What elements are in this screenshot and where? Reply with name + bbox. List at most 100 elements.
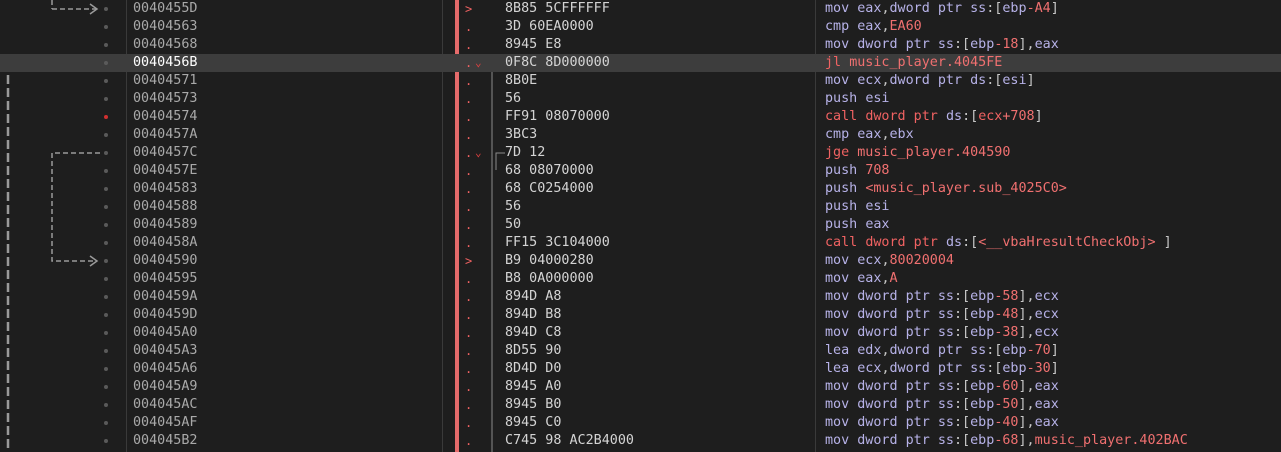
- instruction-disassembly[interactable]: push eax: [825, 216, 890, 234]
- instruction-row[interactable]: 004045A3. 8D55 90 lea edx,dword ptr ss:[eb…: [0, 342, 1281, 360]
- breakpoint-slot-icon[interactable]: [104, 241, 108, 245]
- instruction-disassembly[interactable]: push 708: [825, 162, 890, 180]
- instruction-address[interactable]: 004045A9: [133, 378, 198, 396]
- instruction-disassembly[interactable]: push esi: [825, 90, 890, 108]
- instruction-disassembly[interactable]: push esi: [825, 198, 890, 216]
- instruction-row[interactable]: 0040455D >8B85 5CFFFFFF mov eax,dword ptr …: [0, 0, 1281, 18]
- instruction-row[interactable]: 0040458A. FF15 3C104000 call dword ptr ds:…: [0, 234, 1281, 252]
- instruction-address[interactable]: 0040459A: [133, 288, 198, 306]
- instruction-address[interactable]: 0040457E: [133, 162, 198, 180]
- instruction-row[interactable]: 00404573. 56 push esi: [0, 90, 1281, 108]
- breakpoint-slot-icon[interactable]: [104, 7, 108, 11]
- instruction-row[interactable]: 004045AF. 8945 C0 mov dword ptr ss:[ebp-40…: [0, 414, 1281, 432]
- breakpoint-slot-icon[interactable]: [104, 205, 108, 209]
- instruction-disassembly[interactable]: mov ecx,80020004: [825, 252, 954, 270]
- disassembly-view[interactable]: 0040455D >8B85 5CFFFFFF mov eax,dword ptr …: [0, 0, 1281, 452]
- breakpoint-slot-icon[interactable]: [104, 169, 108, 173]
- instruction-row[interactable]: 00404568. 8945 E8 mov dword ptr ss:[ebp-18…: [0, 36, 1281, 54]
- breakpoint-icon[interactable]: [104, 115, 108, 119]
- instruction-disassembly[interactable]: lea edx,dword ptr ss:[ebp-70]: [825, 342, 1059, 360]
- instruction-address[interactable]: 00404583: [133, 180, 198, 198]
- instruction-disassembly[interactable]: lea ecx,dword ptr ss:[ebp-30]: [825, 360, 1059, 378]
- instruction-row[interactable]: 0040459D. 894D B8 mov dword ptr ss:[ebp-48…: [0, 306, 1281, 324]
- instruction-disassembly[interactable]: mov eax,A: [825, 270, 898, 288]
- instruction-disassembly[interactable]: mov dword ptr ss:[ebp-68],music_player.4…: [825, 432, 1188, 450]
- instruction-address[interactable]: 00404574: [133, 108, 198, 126]
- instruction-address[interactable]: 00404571: [133, 72, 198, 90]
- instruction-disassembly[interactable]: cmp eax,ebx: [825, 126, 914, 144]
- instruction-disassembly[interactable]: mov dword ptr ss:[ebp-58],ecx: [825, 288, 1059, 306]
- instruction-address[interactable]: 004045AC: [133, 396, 198, 414]
- instruction-row[interactable]: 00404589. 50 push eax: [0, 216, 1281, 234]
- instruction-row[interactable]: 00404563. 3D 60EA0000 cmp eax,EA60: [0, 18, 1281, 36]
- breakpoint-slot-icon[interactable]: [104, 79, 108, 83]
- instruction-address[interactable]: 0040455D: [133, 0, 198, 18]
- instruction-address[interactable]: 004045A6: [133, 360, 198, 378]
- breakpoint-slot-icon[interactable]: [104, 61, 108, 65]
- breakpoint-slot-icon[interactable]: [104, 295, 108, 299]
- breakpoint-slot-icon[interactable]: [104, 385, 108, 389]
- instruction-address[interactable]: 0040459D: [133, 306, 198, 324]
- breakpoint-slot-icon[interactable]: [104, 133, 108, 137]
- instruction-row[interactable]: 0040459A. 894D A8 mov dword ptr ss:[ebp-58…: [0, 288, 1281, 306]
- breakpoint-slot-icon[interactable]: [104, 151, 108, 155]
- instruction-disassembly[interactable]: mov dword ptr ss:[ebp-48],ecx: [825, 306, 1059, 324]
- instruction-disassembly[interactable]: call dword ptr ds:[ecx+708]: [825, 108, 1043, 126]
- breakpoint-slot-icon[interactable]: [104, 367, 108, 371]
- instruction-row[interactable]: 00404588. 56 push esi: [0, 198, 1281, 216]
- breakpoint-slot-icon[interactable]: [104, 313, 108, 317]
- instruction-row[interactable]: 004045A6. 8D4D D0 lea ecx,dword ptr ss:[eb…: [0, 360, 1281, 378]
- instruction-address[interactable]: 004045AF: [133, 414, 198, 432]
- instruction-row[interactable]: 0040456B. ⌄ 0F8C 8D000000 jl music_player.4…: [0, 54, 1281, 72]
- breakpoint-slot-icon[interactable]: [104, 187, 108, 191]
- breakpoint-slot-icon[interactable]: [104, 259, 108, 263]
- breakpoint-slot-icon[interactable]: [104, 25, 108, 29]
- instruction-address[interactable]: 004045A3: [133, 342, 198, 360]
- instruction-row[interactable]: 00404574. FF91 08070000 call dword ptr ds:…: [0, 108, 1281, 126]
- instruction-row[interactable]: 004045AC. 8945 B0 mov dword ptr ss:[ebp-50…: [0, 396, 1281, 414]
- breakpoint-slot-icon[interactable]: [104, 439, 108, 443]
- instruction-address[interactable]: 00404590: [133, 252, 198, 270]
- breakpoint-slot-icon[interactable]: [104, 403, 108, 407]
- breakpoint-slot-icon[interactable]: [104, 421, 108, 425]
- instruction-row[interactable]: 00404590 > B9 04000280 mov ecx,80020004: [0, 252, 1281, 270]
- instruction-address[interactable]: 00404573: [133, 90, 198, 108]
- instruction-disassembly[interactable]: mov ecx,dword ptr ds:[esi]: [825, 72, 1035, 90]
- instruction-address[interactable]: 00404595: [133, 270, 198, 288]
- instruction-address[interactable]: 004045A0: [133, 324, 198, 342]
- instruction-address[interactable]: 00404568: [133, 36, 198, 54]
- instruction-address[interactable]: 00404589: [133, 216, 198, 234]
- instruction-disassembly[interactable]: mov dword ptr ss:[ebp-60],eax: [825, 378, 1059, 396]
- instruction-row[interactable]: 0040457A. 3BC3 cmp eax,ebx: [0, 126, 1281, 144]
- instruction-address[interactable]: 0040457C: [133, 144, 198, 162]
- instruction-address[interactable]: 0040458A: [133, 234, 198, 252]
- breakpoint-slot-icon[interactable]: [104, 277, 108, 281]
- instruction-address[interactable]: 004045B2: [133, 432, 198, 450]
- instruction-disassembly[interactable]: push <music_player.sub_4025C0>: [825, 180, 1067, 198]
- instruction-address[interactable]: 0040457A: [133, 126, 198, 144]
- instruction-disassembly[interactable]: cmp eax,EA60: [825, 18, 922, 36]
- instruction-row[interactable]: 0040457E. 68 08070000 push 708: [0, 162, 1281, 180]
- instruction-disassembly[interactable]: mov dword ptr ss:[ebp-38],ecx: [825, 324, 1059, 342]
- instruction-row[interactable]: 00404595. B8 0A000000 mov eax,A: [0, 270, 1281, 288]
- instruction-disassembly[interactable]: jge music_player.404590: [825, 144, 1010, 162]
- breakpoint-slot-icon[interactable]: [104, 97, 108, 101]
- instruction-row[interactable]: 004045A9. 8945 A0 mov dword ptr ss:[ebp-60…: [0, 378, 1281, 396]
- breakpoint-slot-icon[interactable]: [104, 331, 108, 335]
- breakpoint-slot-icon[interactable]: [104, 349, 108, 353]
- instruction-row[interactable]: 0040457C. ⌄ 7D 12 jge music_player.404590: [0, 144, 1281, 162]
- instruction-row[interactable]: 004045B2. C745 98 AC2B4000 mov dword ptr s…: [0, 432, 1281, 450]
- instruction-disassembly[interactable]: mov dword ptr ss:[ebp-50],eax: [825, 396, 1059, 414]
- instruction-row[interactable]: 00404583. 68 C0254000 push <music_player.s…: [0, 180, 1281, 198]
- instruction-row[interactable]: 004045A0. 894D C8 mov dword ptr ss:[ebp-38…: [0, 324, 1281, 342]
- instruction-disassembly[interactable]: mov dword ptr ss:[ebp-18],eax: [825, 36, 1059, 54]
- instruction-address[interactable]: 00404563: [133, 18, 198, 36]
- instruction-disassembly[interactable]: jl music_player.4045FE: [825, 54, 1002, 72]
- breakpoint-slot-icon[interactable]: [104, 43, 108, 47]
- instruction-address[interactable]: 0040456B: [133, 54, 198, 72]
- instruction-disassembly[interactable]: mov dword ptr ss:[ebp-40],eax: [825, 414, 1059, 432]
- breakpoint-slot-icon[interactable]: [104, 223, 108, 227]
- instruction-disassembly[interactable]: call dword ptr ds:[<__vbaHresultCheckObj…: [825, 234, 1172, 252]
- instruction-address[interactable]: 00404588: [133, 198, 198, 216]
- instruction-disassembly[interactable]: mov eax,dword ptr ss:[ebp-A4]: [825, 0, 1059, 18]
